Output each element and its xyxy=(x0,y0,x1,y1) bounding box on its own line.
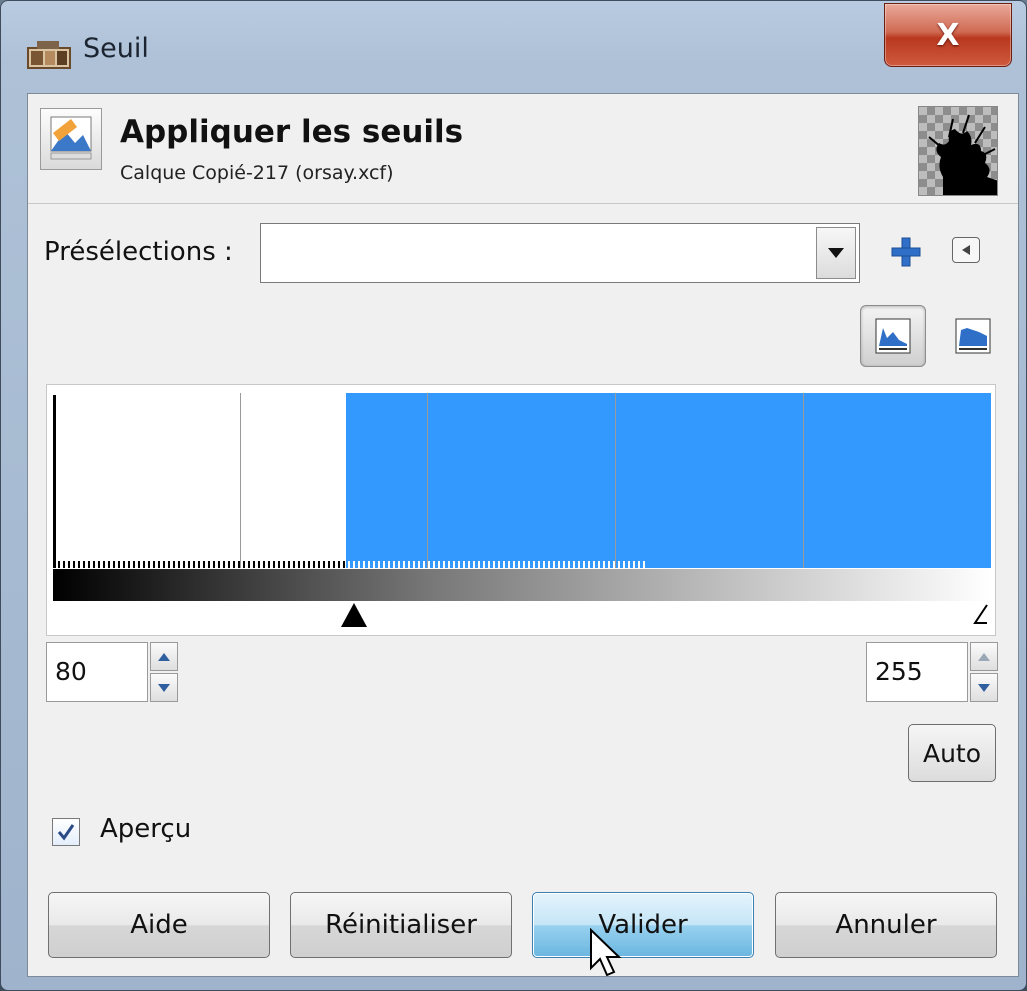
dialog-window: Seuil X Appliquer les seuils Calque Copi… xyxy=(0,0,1027,991)
low-increment-button[interactable] xyxy=(150,642,178,671)
threshold-tool-icon xyxy=(40,108,102,170)
arrow-down-icon xyxy=(978,683,990,692)
presets-combo[interactable] xyxy=(260,223,860,283)
arrow-up-icon xyxy=(978,652,990,661)
low-threshold-handle[interactable] xyxy=(341,603,367,627)
presets-label: Présélections : xyxy=(44,237,233,267)
histogram-gridline xyxy=(240,393,241,568)
left-triangle-icon[interactable] xyxy=(952,237,980,263)
high-threshold-input[interactable] xyxy=(867,643,957,699)
dialog-header: Appliquer les seuils Calque Copié-217 (o… xyxy=(28,94,1018,204)
low-threshold-stepper[interactable] xyxy=(150,642,178,702)
window-icon xyxy=(27,41,71,69)
layer-thumbnail xyxy=(918,106,998,196)
histogram-baseline-bars xyxy=(57,559,647,568)
arrow-down-icon xyxy=(158,683,170,692)
auto-button[interactable]: Auto xyxy=(908,724,996,782)
histogram-canvas xyxy=(53,393,991,568)
low-threshold-field[interactable] xyxy=(46,642,148,702)
histogram-area[interactable] xyxy=(46,384,996,636)
histogram-gridline xyxy=(803,393,804,568)
ok-button[interactable]: Valider xyxy=(532,892,754,958)
linear-histogram-icon xyxy=(875,318,911,354)
window-title: Seuil xyxy=(83,33,149,64)
close-button[interactable]: X xyxy=(884,3,1012,67)
intensity-gradient-bar xyxy=(53,569,991,601)
close-icon: X xyxy=(936,17,960,53)
histogram-peak xyxy=(53,395,56,568)
combo-dropdown-button[interactable] xyxy=(816,227,856,279)
log-histogram-icon xyxy=(955,318,991,354)
dialog-content: Appliquer les seuils Calque Copié-217 (o… xyxy=(27,93,1019,977)
title-bar[interactable]: Seuil X xyxy=(1,1,1026,93)
cancel-button[interactable]: Annuler xyxy=(775,892,997,958)
chevron-down-icon xyxy=(828,248,844,258)
histogram-gridline xyxy=(427,393,428,568)
high-threshold-handle[interactable] xyxy=(971,603,989,627)
dialog-title: Appliquer les seuils xyxy=(120,114,464,150)
reset-button[interactable]: Réinitialiser xyxy=(290,892,512,958)
preview-label[interactable]: Aperçu xyxy=(100,814,191,844)
low-threshold-input[interactable] xyxy=(47,643,137,699)
arrow-up-icon xyxy=(158,652,170,661)
high-threshold-field[interactable] xyxy=(866,642,968,702)
linear-histogram-button[interactable] xyxy=(860,305,926,367)
log-histogram-button[interactable] xyxy=(940,305,1006,367)
help-button[interactable]: Aide xyxy=(48,892,270,958)
plus-icon[interactable] xyxy=(890,236,922,268)
low-decrement-button[interactable] xyxy=(150,673,178,702)
preview-checkbox[interactable] xyxy=(52,818,80,846)
layer-subtitle: Calque Copié-217 (orsay.xcf) xyxy=(120,162,394,184)
histogram-gridline xyxy=(615,393,616,568)
checkmark-icon xyxy=(57,824,75,841)
mouse-cursor-icon xyxy=(590,928,622,977)
high-threshold-stepper[interactable] xyxy=(970,642,998,702)
high-decrement-button[interactable] xyxy=(970,673,998,702)
high-increment-button[interactable] xyxy=(970,642,998,671)
threshold-selection-range xyxy=(346,393,991,568)
